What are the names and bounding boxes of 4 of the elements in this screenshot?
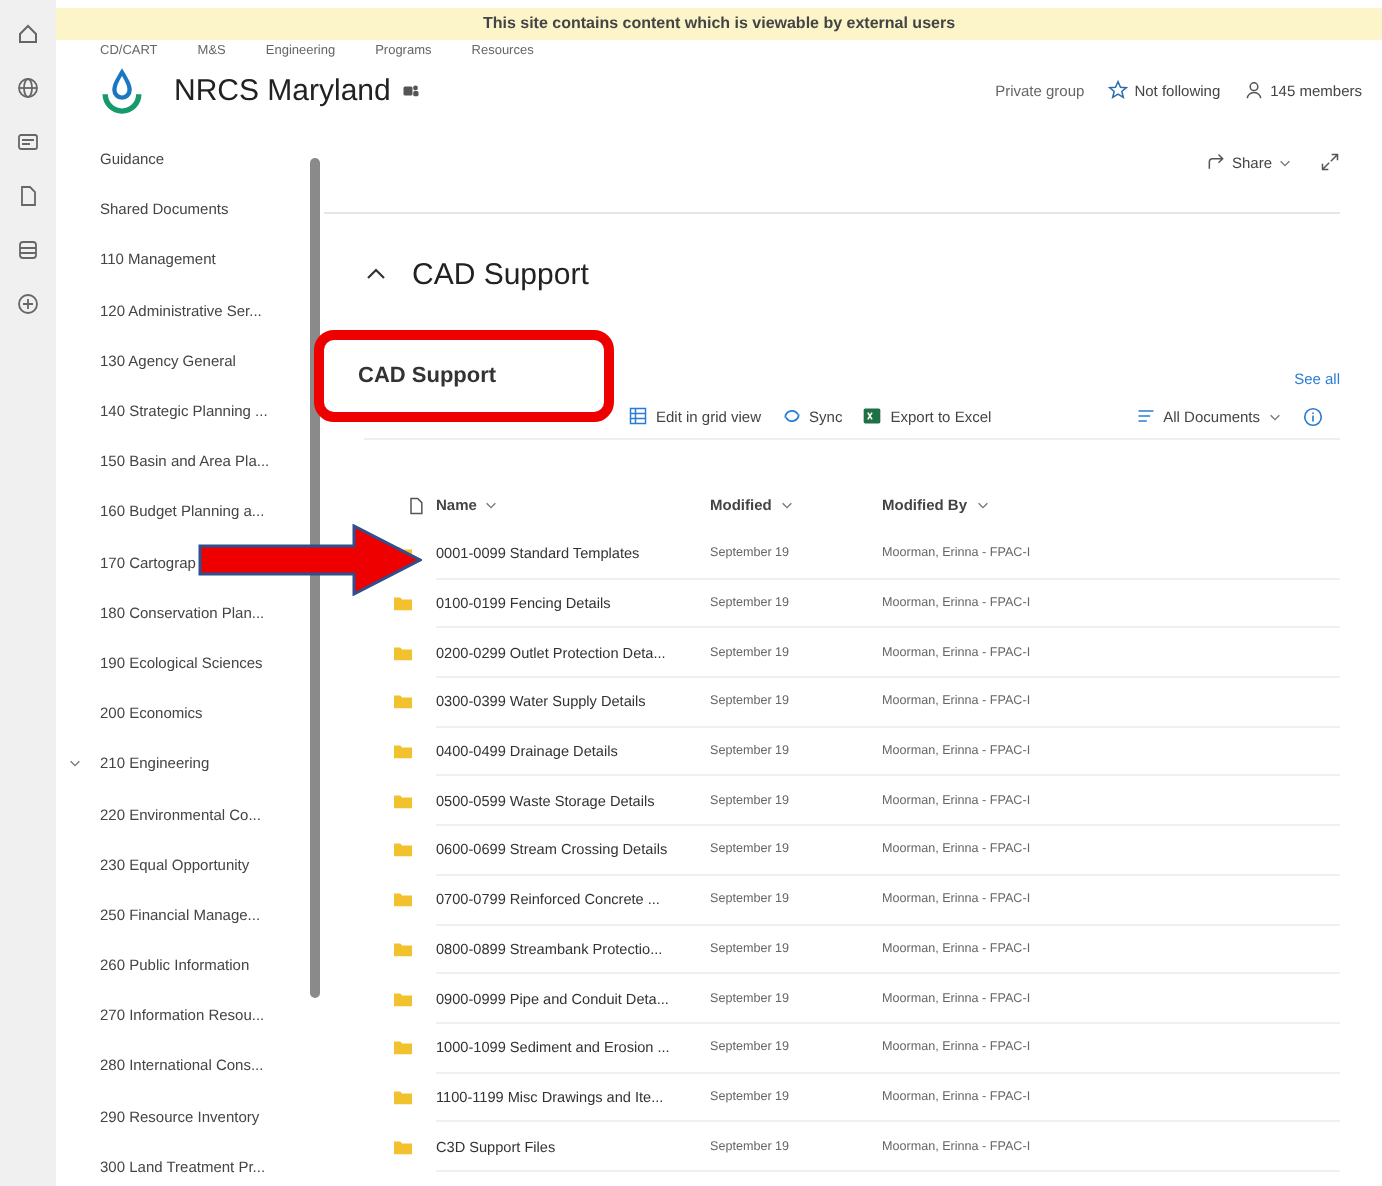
section-title: CAD Support [412, 257, 589, 291]
external-users-banner: This site contains content which is viewable by external users [56, 8, 1382, 40]
site-title: NRCS Maryland [174, 73, 391, 107]
annotation-label: CAD Support [358, 364, 497, 388]
